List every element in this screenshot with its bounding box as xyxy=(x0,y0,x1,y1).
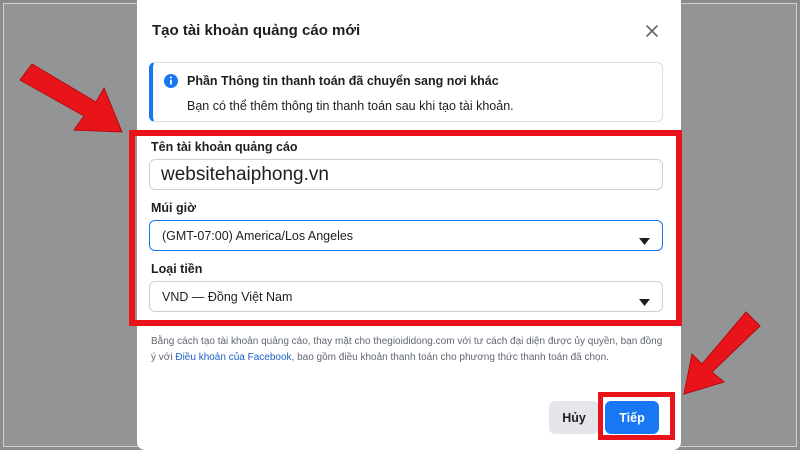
notice-title: Phần Thông tin thanh toán đã chuyển sang… xyxy=(187,74,499,88)
cancel-button[interactable]: Hủy xyxy=(549,401,599,434)
caret-down-icon xyxy=(639,232,650,245)
close-icon[interactable] xyxy=(641,20,663,42)
currency-select[interactable]: VND — Đồng Việt Nam xyxy=(149,281,663,312)
currency-value: VND — Đồng Việt Nam xyxy=(162,290,293,304)
dialog-title: Tạo tài khoản quảng cáo mới xyxy=(152,22,361,39)
next-button[interactable]: Tiếp xyxy=(605,401,659,434)
account-name-label: Tên tài khoản quảng cáo xyxy=(151,140,298,154)
create-ad-account-dialog: Tạo tài khoản quảng cáo mới Phần Thông t… xyxy=(137,0,681,450)
disclaimer-text-after: , bao gồm điều khoản thanh toán cho phươ… xyxy=(291,352,609,363)
terms-disclaimer: Bằng cách tạo tài khoản quảng cáo, thay … xyxy=(151,334,663,366)
timezone-label: Múi giờ xyxy=(151,201,196,215)
currency-label: Loại tiền xyxy=(151,262,203,276)
info-icon xyxy=(163,73,179,89)
timezone-select[interactable]: (GMT-07:00) America/Los Angeles xyxy=(149,220,663,251)
account-name-input[interactable] xyxy=(149,159,663,190)
notice-text: Bạn có thể thêm thông tin thanh toán sau… xyxy=(187,99,514,113)
facebook-terms-link[interactable]: Điều khoản của Facebook xyxy=(175,352,291,363)
caret-down-icon xyxy=(639,293,650,306)
timezone-value: (GMT-07:00) America/Los Angeles xyxy=(162,229,354,243)
billing-notice: Phần Thông tin thanh toán đã chuyển sang… xyxy=(149,62,663,122)
